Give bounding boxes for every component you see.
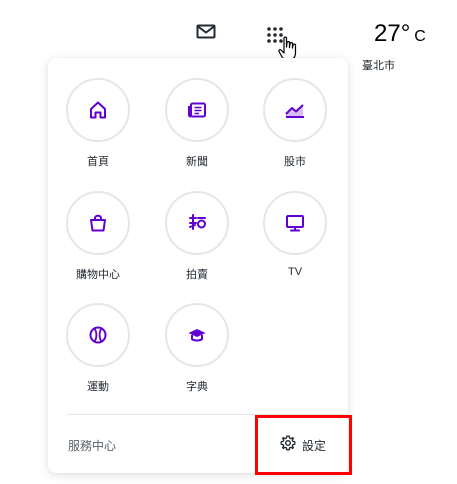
highlight-box (255, 415, 352, 475)
weather-widget[interactable]: 27° C (374, 20, 426, 48)
menu-item-label: TV (287, 266, 303, 278)
menu-item-tv[interactable]: TV (250, 191, 340, 278)
apps-grid-icon[interactable] (266, 26, 284, 44)
news-icon (165, 78, 229, 142)
auction-icon (165, 191, 229, 255)
menu-item-label: 運動 (87, 381, 109, 393)
graduation-cap-icon (165, 303, 229, 367)
help-center-link[interactable]: 服務中心 (68, 437, 116, 454)
menu-item-label: 首頁 (87, 156, 109, 168)
menu-item-sports[interactable]: 運動 (53, 303, 143, 394)
city-name: 臺北市 (362, 60, 395, 72)
menu-item-news[interactable]: 新聞 (152, 78, 242, 169)
home-icon (66, 78, 130, 142)
menu-item-label: 股市 (284, 156, 306, 168)
menu-item-label: 字典 (186, 381, 208, 393)
baseball-icon (66, 303, 130, 367)
tv-icon (263, 191, 327, 255)
menu-item-home[interactable]: 首頁 (53, 78, 143, 169)
shopping-bag-icon (66, 191, 130, 255)
finance-chart-icon (263, 78, 327, 142)
menu-item-label: 購物中心 (76, 269, 120, 281)
menu-item-shopping[interactable]: 購物中心 (53, 191, 143, 282)
menu-item-label: 拍賣 (186, 269, 208, 281)
menu-item-auction[interactable]: 拍賣 (152, 191, 242, 282)
temperature-unit: C (414, 28, 426, 45)
menu-item-label: 新聞 (186, 156, 208, 168)
mail-icon[interactable] (195, 22, 217, 42)
temperature-text: 27° C (374, 20, 426, 47)
apps-menu-panel: 首頁 新聞 股市 購物中心 拍賣 TV 運動 字典 服務中心 設定 (48, 58, 348, 473)
menu-item-finance[interactable]: 股市 (250, 78, 340, 169)
menu-item-dictionary[interactable]: 字典 (152, 303, 242, 394)
